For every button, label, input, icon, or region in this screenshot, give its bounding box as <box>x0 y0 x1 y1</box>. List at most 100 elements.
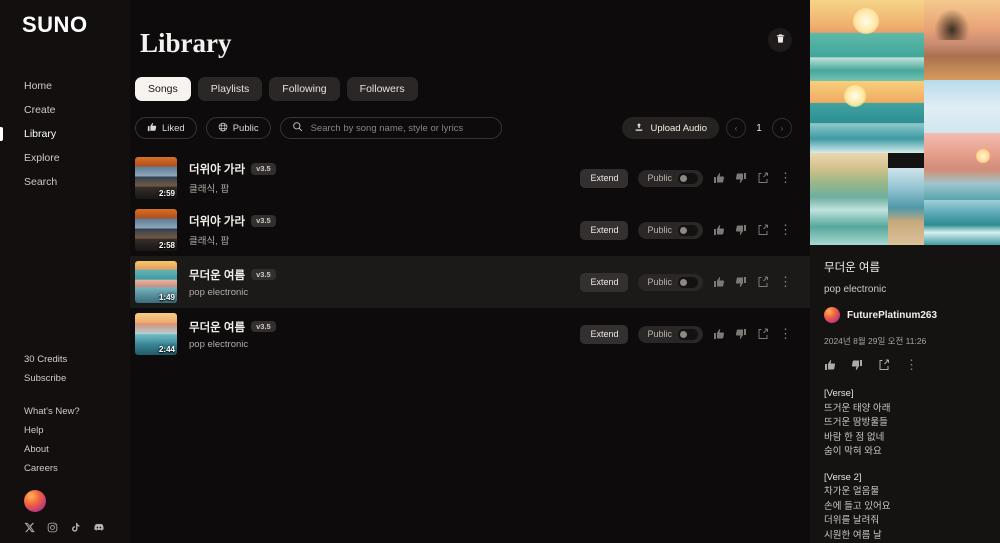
search-box[interactable] <box>279 117 502 139</box>
tab-following[interactable]: Following <box>269 77 340 101</box>
song-list: 2:59 더위야 가라 v3.5 클래식, 팝 Extend Public ⋮ … <box>130 152 810 360</box>
avatar[interactable] <box>24 490 46 512</box>
tab-playlists[interactable]: Playlists <box>197 77 263 101</box>
upload-audio-button[interactable]: Upload Audio <box>622 117 719 139</box>
social-links <box>0 522 130 533</box>
extend-button[interactable]: Extend <box>580 324 629 344</box>
song-title-line: 더위야 가라 v3.5 <box>189 161 580 177</box>
extend-button[interactable]: Extend <box>580 220 629 240</box>
thumbs-down-icon[interactable] <box>735 172 747 184</box>
thumbs-down-icon[interactable] <box>735 224 747 236</box>
thumbs-down-icon[interactable] <box>735 328 747 340</box>
more-icon[interactable]: ⋮ <box>779 223 792 236</box>
sidebar-item-explore[interactable]: Explore <box>0 146 130 170</box>
visibility-toggle[interactable]: Public <box>638 169 703 187</box>
extend-button[interactable]: Extend <box>580 272 629 292</box>
pagination-next-button[interactable]: › <box>772 118 792 138</box>
collage-tile <box>924 133 1000 171</box>
sidebar-item-library[interactable]: Library <box>0 122 130 146</box>
main-header: Library <box>130 0 810 59</box>
thumbs-down-icon[interactable] <box>851 359 863 371</box>
whats-new-link[interactable]: What's New? <box>0 402 130 421</box>
subscribe-link[interactable]: Subscribe <box>0 369 130 388</box>
table-row[interactable]: 2:44 무더운 여름 v3.5 pop electronic Extend P… <box>130 308 810 360</box>
share-icon[interactable] <box>878 359 890 371</box>
detail-body: 무더운 여름 pop electronic FuturePlatinum263 … <box>810 245 1000 543</box>
table-row[interactable]: 1:49 무더운 여름 v3.5 pop electronic Extend P… <box>130 256 810 308</box>
song-title[interactable]: 무더운 여름 <box>189 319 245 335</box>
pagination-prev-button[interactable]: ‹ <box>726 118 746 138</box>
tab-followers[interactable]: Followers <box>346 77 418 101</box>
row-actions: Extend Public ⋮ <box>580 324 792 344</box>
thumbs-up-icon[interactable] <box>713 276 725 288</box>
toggle-switch[interactable] <box>678 276 698 288</box>
instagram-icon[interactable] <box>47 522 58 533</box>
collage-tile <box>924 0 1000 80</box>
song-artwork[interactable]: 2:58 <box>135 209 177 251</box>
song-duration: 2:44 <box>158 345 175 354</box>
toggle-switch[interactable] <box>678 328 698 340</box>
visibility-toggle[interactable]: Public <box>638 325 703 343</box>
thumbs-up-icon[interactable] <box>713 328 725 340</box>
x-icon[interactable] <box>24 522 35 533</box>
song-title[interactable]: 더위야 가라 <box>189 161 245 177</box>
brand-logo[interactable]: SUNO <box>0 0 130 38</box>
visibility-label: Public <box>647 277 672 287</box>
thumbs-down-icon[interactable] <box>735 276 747 288</box>
toggle-switch[interactable] <box>678 172 698 184</box>
share-icon[interactable] <box>757 328 769 340</box>
detail-author[interactable]: FuturePlatinum263 <box>824 307 986 323</box>
help-link[interactable]: Help <box>0 421 130 440</box>
more-icon[interactable]: ⋮ <box>905 358 918 371</box>
sidebar-item-create[interactable]: Create <box>0 98 130 122</box>
search-input[interactable] <box>310 122 490 134</box>
detail-username[interactable]: FuturePlatinum263 <box>847 310 937 321</box>
table-row[interactable]: 2:59 더위야 가라 v3.5 클래식, 팝 Extend Public ⋮ <box>130 152 810 204</box>
share-icon[interactable] <box>757 224 769 236</box>
song-title[interactable]: 무더운 여름 <box>189 267 245 283</box>
liked-filter-button[interactable]: Liked <box>135 117 197 139</box>
sidebar-item-search[interactable]: Search <box>0 170 130 194</box>
thumbs-up-icon[interactable] <box>713 172 725 184</box>
public-filter-button[interactable]: Public <box>205 117 271 139</box>
about-link[interactable]: About <box>0 440 130 459</box>
song-artwork[interactable]: 1:49 <box>135 261 177 303</box>
sidebar-item-home[interactable]: Home <box>0 74 130 98</box>
upload-audio-label: Upload Audio <box>650 122 707 134</box>
table-row[interactable]: 2:58 더위야 가라 v3.5 클래식, 팝 Extend Public ⋮ <box>130 204 810 256</box>
thumbs-up-icon[interactable] <box>713 224 725 236</box>
song-artwork[interactable]: 2:59 <box>135 157 177 199</box>
song-title[interactable]: 더위야 가라 <box>189 213 245 229</box>
app-root: SUNO Home Create Library Explore Search … <box>0 0 1000 543</box>
discord-icon[interactable] <box>93 522 105 533</box>
song-meta: 무더운 여름 v3.5 pop electronic <box>189 319 580 350</box>
toggle-switch[interactable] <box>678 224 698 236</box>
visibility-toggle[interactable]: Public <box>638 273 703 291</box>
song-artwork[interactable]: 2:44 <box>135 313 177 355</box>
thumbs-up-icon[interactable] <box>824 359 836 371</box>
cover-art-collage[interactable] <box>810 0 1000 245</box>
extend-button[interactable]: Extend <box>580 168 629 188</box>
collage-tile <box>888 168 924 245</box>
row-actions: Extend Public ⋮ <box>580 168 792 188</box>
more-icon[interactable]: ⋮ <box>779 327 792 340</box>
upload-icon <box>634 122 644 135</box>
tab-songs[interactable]: Songs <box>135 77 191 101</box>
song-genre: 클래식, 팝 <box>189 236 230 247</box>
visibility-toggle[interactable]: Public <box>638 221 703 239</box>
sidebar-footer: 30 Credits Subscribe What's New? Help Ab… <box>0 350 130 543</box>
detail-song-genre: pop electronic <box>824 284 887 295</box>
careers-link[interactable]: Careers <box>0 459 130 478</box>
more-icon[interactable]: ⋮ <box>779 171 792 184</box>
delete-button[interactable] <box>768 28 792 52</box>
tiktok-icon[interactable] <box>70 522 81 533</box>
main-right-controls: Upload Audio ‹ 1 › <box>622 117 792 139</box>
lyrics-line: 더위를 날려줘 <box>824 515 880 526</box>
share-icon[interactable] <box>757 276 769 288</box>
version-badge: v3.5 <box>251 163 276 175</box>
song-genre: pop electronic <box>189 338 249 350</box>
share-icon[interactable] <box>757 172 769 184</box>
more-icon[interactable]: ⋮ <box>779 275 792 288</box>
song-detail-panel: 무더운 여름 pop electronic FuturePlatinum263 … <box>810 0 1000 543</box>
